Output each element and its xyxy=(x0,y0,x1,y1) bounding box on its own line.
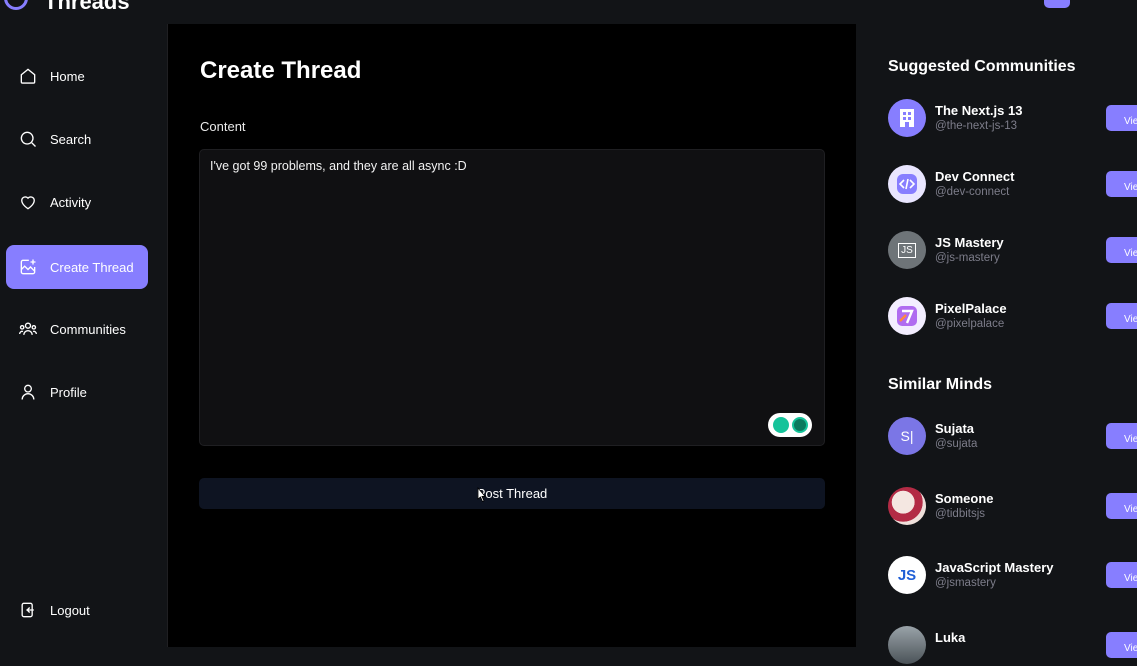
community-name: Dev Connect xyxy=(935,169,1015,184)
sidebar-item-search[interactable]: Search xyxy=(6,117,148,161)
view-user-button[interactable]: View xyxy=(1106,493,1137,519)
content-textarea[interactable] xyxy=(199,149,825,446)
mouse-cursor-icon xyxy=(477,487,486,503)
community-avatar: JS xyxy=(888,231,926,269)
user-handle: @sujata xyxy=(935,438,978,450)
similar-minds-title: Similar Minds xyxy=(888,376,993,393)
search-icon xyxy=(20,131,36,147)
user-avatar xyxy=(888,487,926,525)
top-bar: Threads xyxy=(0,0,1137,24)
sidebar-item-activity[interactable]: Activity xyxy=(6,180,148,224)
user-handle: @jsmastery xyxy=(935,577,996,589)
sidebar-item-label: Home xyxy=(50,68,85,84)
left-sidebar: Home Search Activity Create Thread Commu… xyxy=(0,24,168,647)
view-user-button[interactable]: View xyxy=(1106,423,1137,449)
community-handle: @js-mastery xyxy=(935,252,1000,264)
sidebar-item-label: Search xyxy=(50,131,92,147)
post-thread-button[interactable]: Post Thread xyxy=(199,478,825,509)
user-avatar: JS xyxy=(888,556,926,594)
sidebar-item-profile[interactable]: Profile xyxy=(6,370,148,414)
code-icon xyxy=(897,174,917,194)
user-avatar: S| xyxy=(888,417,926,455)
pixel-palace-logo-icon xyxy=(897,306,917,326)
sidebar-item-label: Create Thread xyxy=(50,259,134,275)
view-community-button[interactable]: View xyxy=(1106,303,1137,329)
heart-icon xyxy=(21,196,35,210)
js-mastery-logo-icon: JS xyxy=(898,242,916,258)
grammarly-bulb-icon xyxy=(772,417,789,433)
community-row: The Next.js 13 @the-next-js-13 View xyxy=(888,99,1137,139)
user-avatar xyxy=(888,626,926,664)
content-label: Content xyxy=(200,119,246,134)
user-row: Luka View xyxy=(888,626,1137,666)
home-icon xyxy=(20,68,36,84)
view-user-button[interactable]: View xyxy=(1106,562,1137,588)
community-name: JS Mastery xyxy=(935,235,1004,250)
app-title[interactable]: Threads xyxy=(44,0,130,15)
community-row: PixelPalace @pixelpalace View xyxy=(888,297,1137,337)
suggested-communities-title: Suggested Communities xyxy=(888,58,1076,75)
sidebar-item-label: Communities xyxy=(50,321,126,337)
sidebar-item-home[interactable]: Home xyxy=(6,54,148,98)
right-sidebar: Suggested Communities The Next.js 13 @th… xyxy=(856,24,1137,664)
page-title: Create Thread xyxy=(200,57,362,84)
logo-icon[interactable] xyxy=(4,0,28,10)
building-icon xyxy=(900,109,914,127)
sidebar-item-create-thread[interactable]: Create Thread xyxy=(6,245,148,289)
main-content: Create Thread Content Post Thread xyxy=(168,24,856,647)
community-handle: @dev-connect xyxy=(935,186,1010,198)
community-handle: @pixelpalace xyxy=(935,318,1005,330)
community-row: Dev Connect @dev-connect View xyxy=(888,165,1137,205)
community-row: JS JS Mastery @js-mastery View xyxy=(888,231,1137,271)
user-row: Someone @tidbitsjs View xyxy=(888,487,1137,527)
community-name: The Next.js 13 xyxy=(935,103,1023,118)
user-handle: @tidbitsjs xyxy=(935,508,986,520)
sidebar-item-label: Activity xyxy=(50,194,92,210)
profile-icon xyxy=(21,384,35,400)
create-thread-icon xyxy=(20,259,36,275)
logout-label: Logout xyxy=(50,602,90,618)
sidebar-item-communities[interactable]: Communities xyxy=(6,307,148,351)
user-name: Luka xyxy=(935,630,966,645)
view-community-button[interactable]: View xyxy=(1106,171,1137,197)
logout-button[interactable]: Logout xyxy=(6,588,148,632)
view-community-button[interactable]: View xyxy=(1106,105,1137,131)
view-user-button[interactable]: View xyxy=(1106,632,1137,658)
logout-icon xyxy=(21,602,34,618)
user-name: Sujata xyxy=(935,421,975,436)
view-community-button[interactable]: View xyxy=(1106,237,1137,263)
user-name: Someone xyxy=(935,491,994,506)
user-row: JS JavaScript Mastery @jsmastery View xyxy=(888,556,1137,596)
community-avatar xyxy=(888,99,926,137)
sidebar-item-label: Profile xyxy=(50,384,87,400)
grammarly-status-icon xyxy=(791,417,808,433)
user-name: JavaScript Mastery xyxy=(935,560,1054,575)
community-avatar xyxy=(888,165,926,203)
grammarly-widget[interactable] xyxy=(768,413,812,437)
community-name: PixelPalace xyxy=(935,301,1007,316)
organization-switcher[interactable] xyxy=(1044,0,1070,8)
community-handle: @the-next-js-13 xyxy=(935,120,1017,132)
community-avatar xyxy=(888,297,926,335)
communities-icon xyxy=(19,322,37,335)
user-row: S| Sujata @sujata View xyxy=(888,417,1137,457)
